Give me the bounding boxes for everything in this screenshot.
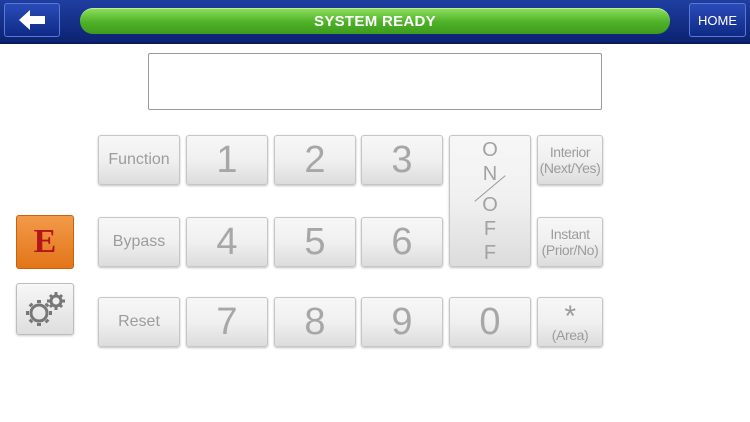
on-off-key[interactable]: O N O F F: [449, 135, 531, 267]
emergency-button[interactable]: E: [16, 215, 74, 269]
interior-key[interactable]: Interior (Next/Yes): [537, 135, 603, 185]
function-key[interactable]: Function: [98, 135, 180, 185]
digit-key-3[interactable]: 3: [361, 135, 443, 185]
star-symbol: *: [564, 300, 576, 333]
digit-key-5[interactable]: 5: [274, 217, 356, 267]
digit-key-6[interactable]: 6: [361, 217, 443, 267]
gears-icon: [26, 292, 65, 326]
back-button[interactable]: [4, 3, 60, 37]
reset-key[interactable]: Reset: [98, 297, 180, 347]
settings-button[interactable]: [16, 283, 74, 335]
instant-sublabel: (Prior/No): [541, 242, 599, 258]
off-label: O F F: [482, 193, 498, 264]
digit-key-2[interactable]: 2: [274, 135, 356, 185]
digit-key-8[interactable]: 8: [274, 297, 356, 347]
digit-key-0[interactable]: 0: [449, 297, 531, 347]
keypad-display: [148, 53, 602, 110]
bypass-key[interactable]: Bypass: [98, 217, 180, 267]
home-button[interactable]: HOME: [689, 3, 746, 37]
digit-key-1[interactable]: 1: [186, 135, 268, 185]
on-label: O N: [482, 138, 498, 185]
digit-key-9[interactable]: 9: [361, 297, 443, 347]
interior-label: Interior: [549, 144, 591, 160]
top-bar: SYSTEM READY HOME: [0, 0, 750, 44]
instant-label: Instant: [550, 226, 590, 242]
area-label: (Area): [551, 327, 589, 343]
digit-key-4[interactable]: 4: [186, 217, 268, 267]
star-area-key[interactable]: * (Area): [537, 297, 603, 347]
digit-key-7[interactable]: 7: [186, 297, 268, 347]
arrow-left-icon: [19, 10, 45, 30]
instant-key[interactable]: Instant (Prior/No): [537, 217, 603, 267]
interior-sublabel: (Next/Yes): [539, 160, 601, 176]
status-banner: SYSTEM READY: [80, 8, 670, 34]
